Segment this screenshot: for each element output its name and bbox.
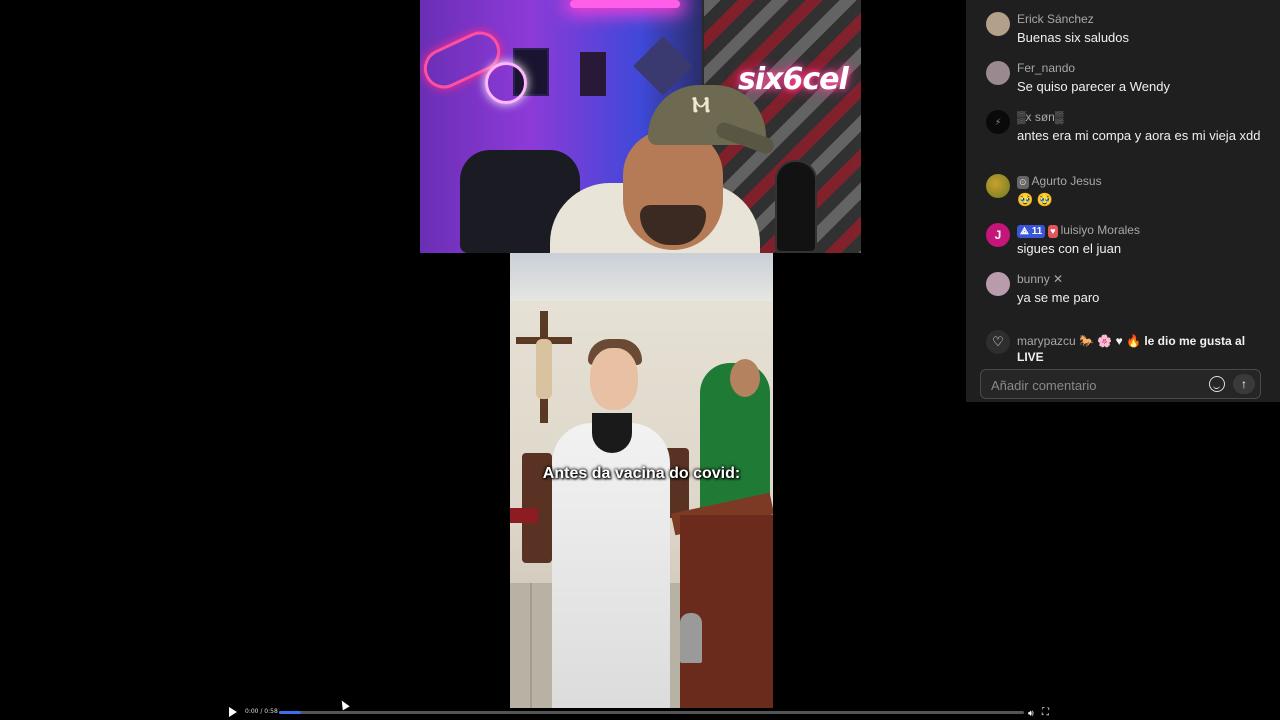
microphone: [775, 160, 817, 253]
video-caption: Antes da vacina do covid:: [542, 465, 741, 482]
fullscreen-icon[interactable]: ⛶: [1042, 707, 1049, 718]
chat-username[interactable]: Fer_nando: [1017, 61, 1075, 75]
chat-message: Erick Sánchez Buenas six saludos: [986, 12, 1276, 52]
main-video[interactable]: Antes da vacina do covid:: [510, 253, 773, 708]
seek-bar[interactable]: [279, 711, 1024, 714]
chat-text: Buenas six saludos: [1017, 30, 1130, 45]
streamer-webcam: six6cel Ⲙ: [420, 0, 861, 253]
chat-message: Fer_nando Se quiso parecer a Wendy: [986, 61, 1276, 101]
play-icon[interactable]: [229, 707, 237, 717]
avatar[interactable]: [986, 272, 1010, 296]
streamer: Ⲙ: [550, 85, 776, 253]
chat-username-row[interactable]: ⊙ Agurto Jesus: [1017, 174, 1102, 189]
chat-message: ⚡︎ ▒x søn▒ antes era mi compa y aora es …: [986, 110, 1276, 166]
chat-text: sigues con el juan: [1017, 241, 1122, 256]
chat-message: J ⟁ 11 ♥ luisiyo Morales sigues con el jua…: [986, 223, 1276, 263]
chat-username: luisiyo Morales: [1060, 223, 1140, 237]
chalice: [680, 613, 702, 663]
chat-username[interactable]: bunny ✕: [1017, 272, 1063, 286]
chat-message: ⊙ Agurto Jesus 🥹 🥹: [986, 174, 1276, 214]
chat-message: bunny ✕ ya se me paro: [986, 272, 1276, 312]
chat-username[interactable]: ▒x søn▒: [1017, 110, 1063, 124]
chat-username-row[interactable]: ⟁ 11 ♥ luisiyo Morales: [1017, 223, 1140, 238]
ring-light: [485, 62, 527, 104]
chat-text: Se quiso parecer a Wendy: [1017, 79, 1170, 94]
level-badge-icon: ⊙: [1017, 176, 1029, 189]
chat-messages[interactable]: Erick Sánchez Buenas six saludos Fer_nan…: [966, 0, 1280, 366]
send-arrow-icon[interactable]: ↑: [1233, 374, 1255, 394]
cap-logo-icon: Ⲙ: [692, 92, 711, 117]
heart-badge-icon: ♥: [1048, 225, 1058, 238]
decoration-emoji-icon: 🐎 🌸 ♥ 🔥: [1079, 334, 1141, 348]
seek-bar-progress: [279, 711, 302, 714]
avatar[interactable]: ⚡︎: [986, 110, 1010, 134]
emoji-icon[interactable]: [1209, 376, 1225, 392]
wall-frame: [580, 52, 606, 96]
like-event-text: marypazcu 🐎 🌸 ♥ 🔥 le dio me gusta al LIV…: [1017, 333, 1267, 365]
like-event: ♡ marypazcu 🐎 🌸 ♥ 🔥 le dio me gusta al L…: [986, 330, 1276, 366]
comment-bar: ↑: [980, 369, 1261, 399]
neon-logo-sign: six6cel: [738, 62, 849, 97]
avatar[interactable]: [986, 61, 1010, 85]
level-badge: ⟁ 11: [1017, 225, 1046, 238]
chat-text: 🥹 🥹: [1017, 192, 1053, 207]
playback-time: 0:00 / 0:58: [245, 708, 278, 715]
chat-username: Agurto Jesus: [1031, 174, 1102, 188]
chat-username[interactable]: Erick Sánchez: [1017, 12, 1094, 26]
avatar[interactable]: [986, 12, 1010, 36]
chat-text: antes era mi compa y aora es mi vieja xd…: [1017, 128, 1261, 143]
chat-text: ya se me paro: [1017, 290, 1100, 305]
avatar[interactable]: J: [986, 223, 1010, 247]
lectern: [680, 515, 773, 708]
stream-viewer: six6cel Ⲙ Antes da vacina do covid: 0:00…: [0, 0, 1280, 720]
heart-icon: ♡: [986, 330, 1010, 354]
volume-icon[interactable]: 🔊︎: [1028, 708, 1034, 719]
avatar[interactable]: [986, 174, 1010, 198]
like-username[interactable]: marypazcu: [1017, 334, 1076, 348]
comment-input[interactable]: [991, 376, 1201, 394]
neon-light: [570, 0, 680, 8]
live-chat-panel: Erick Sánchez Buenas six saludos Fer_nan…: [966, 0, 1280, 402]
